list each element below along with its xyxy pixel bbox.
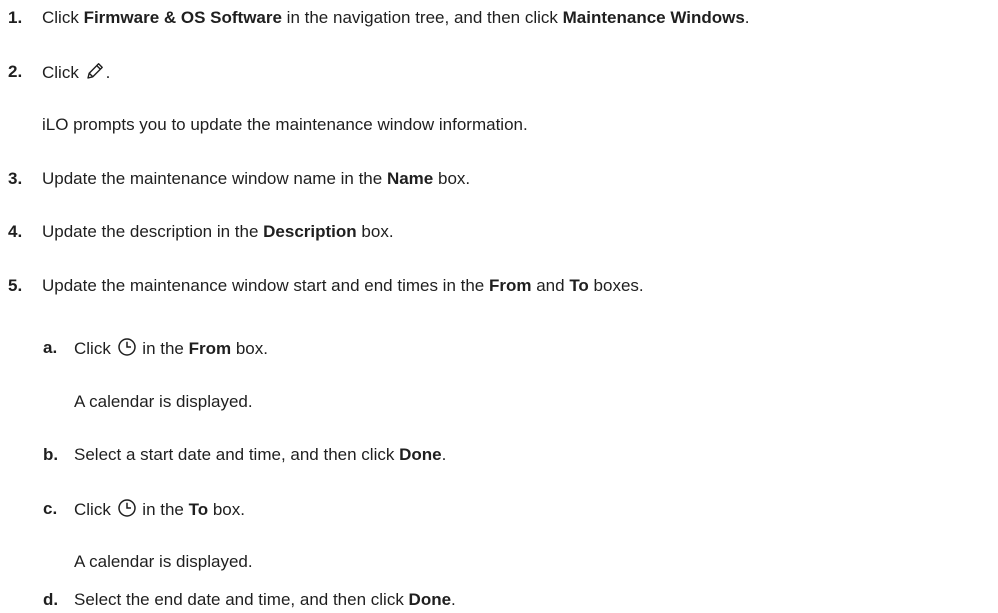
clock-icon: [117, 498, 137, 524]
ui-term: Firmware & OS Software: [83, 8, 282, 27]
step-text: box.: [433, 169, 471, 188]
step-1-text: Click Firmware & OS Software in the navi…: [42, 7, 750, 29]
step-text: Click: [74, 500, 116, 519]
step-3-text: Update the maintenance window name in th…: [42, 168, 470, 190]
substep-letter: d.: [43, 590, 59, 609]
step-text: box.: [356, 222, 394, 241]
ui-term: To: [569, 276, 589, 295]
step-number: 3.: [8, 169, 23, 188]
step-text: Update the maintenance window name in th…: [42, 169, 387, 188]
substep-note: A calendar is displayed.: [74, 392, 253, 411]
step-4-text: Update the description in the Descriptio…: [42, 221, 394, 243]
substep-letter: c.: [43, 499, 58, 518]
substep-a-text: Click in the From box.: [74, 337, 268, 363]
step-text: Click: [42, 8, 84, 27]
step-text: Click: [74, 339, 116, 358]
ui-term: To: [188, 500, 209, 519]
substep-b-text: Select a start date and time, and then c…: [74, 444, 446, 466]
document-page: 1. Click Firmware & OS Software in the n…: [0, 0, 998, 613]
step-number: 5.: [8, 276, 23, 295]
step-text: .: [744, 8, 750, 27]
substep-letter: a.: [43, 338, 58, 357]
ui-term: Description: [263, 222, 357, 241]
step-text: and: [531, 276, 570, 295]
step-text: box.: [208, 500, 245, 519]
step-text: Select a start date and time, and then c…: [74, 445, 400, 464]
step-note: iLO prompts you to update the maintenanc…: [42, 115, 528, 134]
step-text: .: [451, 590, 456, 609]
ui-term: Done: [408, 590, 452, 609]
clock-icon: [117, 337, 137, 363]
substep-letter: b.: [43, 445, 59, 464]
substep-note: A calendar is displayed.: [74, 552, 253, 571]
ui-term: Done: [399, 445, 442, 464]
step-text: in the: [137, 339, 189, 358]
ui-term: Maintenance Windows: [562, 8, 745, 27]
step-text: in the navigation tree, and then click: [281, 8, 563, 27]
step-2-text: Click .: [42, 61, 110, 87]
step-text: .: [105, 63, 111, 82]
ui-term: From: [188, 339, 232, 358]
ui-term: From: [489, 276, 532, 295]
substep-d-text: Select the end date and time, and then c…: [74, 589, 456, 611]
step-text: Update the maintenance window start and …: [42, 276, 489, 295]
step-number: 1.: [8, 8, 23, 27]
pencil-edit-icon: [85, 61, 105, 87]
step-text: Update the description in the: [42, 222, 264, 241]
step-5-text: Update the maintenance window start and …: [42, 275, 644, 297]
step-number: 4.: [8, 222, 23, 241]
substep-c-text: Click in the To box.: [74, 498, 245, 524]
step-text: Click: [42, 63, 84, 82]
step-number: 2.: [8, 62, 23, 81]
step-text: .: [441, 445, 447, 464]
step-text: Select the end date and time, and then c…: [74, 590, 409, 609]
step-text: box.: [231, 339, 268, 358]
step-text: boxes.: [588, 276, 644, 295]
ui-term: Name: [386, 169, 434, 188]
step-text: in the: [137, 500, 189, 519]
